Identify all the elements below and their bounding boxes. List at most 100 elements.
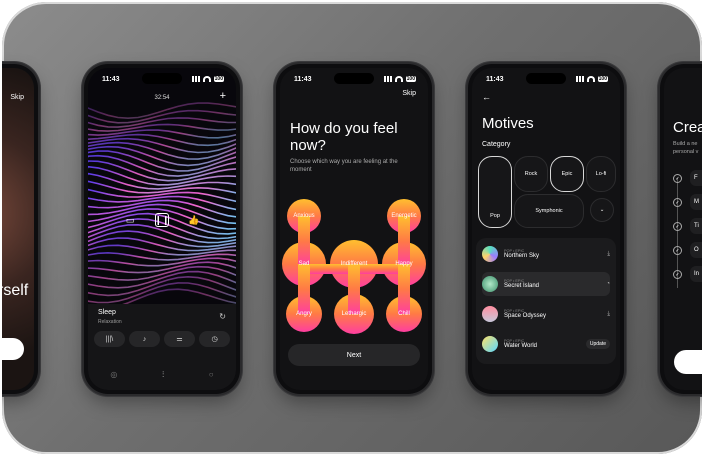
create-subtitle: Build a ne personal v xyxy=(673,140,698,156)
check-icon: ✓ xyxy=(673,174,682,183)
category-epic[interactable]: Epic xyxy=(550,156,584,192)
track-name: Secret Island xyxy=(504,283,540,289)
dynamic-island xyxy=(334,73,374,84)
wifi-icon xyxy=(586,76,595,82)
player-controls: ▭ ❙❙ 👍 xyxy=(88,213,236,227)
mood-angry[interactable]: Angry xyxy=(296,311,312,317)
category-lofi[interactable]: Lo-fi xyxy=(586,156,616,192)
equalizer-icon[interactable]: ⚌ xyxy=(164,331,195,347)
dynamic-island xyxy=(526,73,566,84)
check-icon: ✓ xyxy=(673,222,682,231)
mood-question: How do you feel now? xyxy=(290,120,398,154)
check-icon: ✓ xyxy=(673,246,682,255)
download-icon[interactable]: ⤓ xyxy=(607,311,610,318)
step-item[interactable]: O xyxy=(690,242,702,258)
track-artwork xyxy=(482,276,498,292)
profile-icon[interactable]: ○ xyxy=(209,370,214,380)
wifi-icon xyxy=(394,76,403,82)
create-subtitle-line: personal v xyxy=(673,149,699,155)
list-item[interactable]: POP • EPIC Water World Update xyxy=(482,332,610,356)
create-subtitle-line: Build a ne xyxy=(673,141,698,147)
phone-mood: 11:43 100 Skip How do you feel now? Choo… xyxy=(276,64,432,394)
waveform-icon[interactable]: ⫶ xyxy=(162,370,164,380)
back-arrow-icon[interactable]: ← xyxy=(482,92,491,102)
category-rock[interactable]: Rock xyxy=(514,156,548,192)
continue-button[interactable] xyxy=(2,338,24,360)
battery-icon: 100 xyxy=(597,76,608,82)
track-artwork xyxy=(482,306,498,322)
mood-instructions: Choose which way you are feeling at the … xyxy=(290,159,398,173)
check-icon: ✓ xyxy=(673,270,682,279)
step-item[interactable]: In xyxy=(690,266,702,282)
signal-icon xyxy=(191,76,200,82)
library-icon[interactable]: |||\ xyxy=(94,331,125,347)
track-name: Northern Sky xyxy=(504,253,540,259)
step-item[interactable]: M xyxy=(690,194,702,210)
track-name: Space Odyssey xyxy=(504,313,547,319)
compass-icon[interactable]: ◎ xyxy=(110,370,117,380)
signal-icon xyxy=(383,76,392,82)
track-name: Water World xyxy=(504,343,538,349)
like-icon[interactable]: 👍 xyxy=(187,213,201,227)
wave-line xyxy=(88,237,236,252)
battery-icon: 100 xyxy=(405,76,416,82)
status-time: 11:43 xyxy=(294,75,312,83)
phone-motives: 11:43 100 ← Motives Category Pop Rock Ep… xyxy=(468,64,624,394)
mood-energetic[interactable]: Energetic xyxy=(391,213,416,219)
page-title: Motives xyxy=(482,115,534,132)
wave-visual xyxy=(88,102,236,308)
status-time: 11:43 xyxy=(486,75,504,83)
track-artwork xyxy=(482,336,498,352)
pause-icon[interactable]: ❙❙ xyxy=(154,213,170,227)
mood-happy[interactable]: Happy xyxy=(395,261,412,267)
repeat-icon[interactable]: ↻ xyxy=(219,312,226,321)
step-item[interactable]: F xyxy=(690,170,702,186)
category-label: Category xyxy=(482,141,511,148)
mood-anxious[interactable]: Anxious xyxy=(293,213,314,219)
update-button[interactable]: Update xyxy=(585,339,610,349)
mood-lethargic[interactable]: Lethargic xyxy=(342,311,367,317)
track-title: Sleep xyxy=(98,309,116,316)
wave-line xyxy=(88,102,236,120)
download-icon[interactable]: ⤓ xyxy=(607,251,610,258)
step-item[interactable]: Ti xyxy=(690,218,702,234)
phone-player: 11:43 100 32:54 + ▭ ❙❙ 👍 Sleep Relaxatio… xyxy=(84,64,240,394)
track-list: POP • EPIC Northern Sky ⤓ POP • EPIC Secre… xyxy=(476,238,616,364)
expand-categories-button[interactable]: ⌄ xyxy=(590,198,614,222)
status-time: 11:43 xyxy=(102,75,120,83)
phone-onboarding: Skip rself xyxy=(2,64,38,394)
wifi-icon xyxy=(202,76,211,82)
category-pop[interactable]: Pop xyxy=(478,156,512,228)
check-icon: ✓ xyxy=(673,198,682,207)
skip-link[interactable]: Skip xyxy=(10,94,24,101)
list-item[interactable]: POP • EPIC Secret Island ◔ xyxy=(482,272,610,296)
next-button[interactable]: Next xyxy=(288,344,420,366)
phone-create: Crea Build a ne personal v ✓ ✓ ✓ ✓ ✓ F M … xyxy=(660,64,702,394)
add-icon[interactable]: + xyxy=(220,90,226,102)
session-timer: 32:54 xyxy=(154,95,170,101)
track-artwork xyxy=(482,246,498,262)
signal-icon xyxy=(575,76,584,82)
list-item[interactable]: POP • EPIC Space Odyssey ⤓ xyxy=(482,302,610,326)
list-item[interactable]: POP • EPIC Northern Sky ⤓ xyxy=(482,242,610,266)
tab-bar: ◎ ⫶ ○ xyxy=(88,370,236,380)
battery-icon: 100 xyxy=(213,76,224,82)
onboarding-title: rself xyxy=(2,282,29,299)
comment-icon[interactable]: ▭ xyxy=(123,213,137,227)
track-subtitle: Relaxation xyxy=(98,319,122,325)
mood-sad[interactable]: Sad xyxy=(299,261,310,267)
wave-line xyxy=(88,282,236,304)
player-toolbar: |||\ ♪ ⚌ ◷ xyxy=(94,331,230,347)
dynamic-island xyxy=(142,73,182,84)
wave-line xyxy=(88,195,236,211)
mood-indifferent[interactable]: Indifferent xyxy=(341,261,368,267)
mood-chill[interactable]: Chill xyxy=(398,311,410,317)
music-note-icon[interactable]: ♪ xyxy=(129,331,160,347)
progress-icon[interactable]: ◔ xyxy=(606,281,610,287)
create-title: Crea xyxy=(673,119,702,136)
skip-link[interactable]: Skip xyxy=(402,90,416,97)
timer-icon[interactable]: ◷ xyxy=(199,331,230,347)
category-symphonic[interactable]: Symphonic xyxy=(514,194,584,228)
screenshot-frame: Skip rself 11:43 100 32:54 + ▭ ❙❙ 👍 Slee… xyxy=(2,2,702,454)
create-button[interactable] xyxy=(674,350,702,374)
